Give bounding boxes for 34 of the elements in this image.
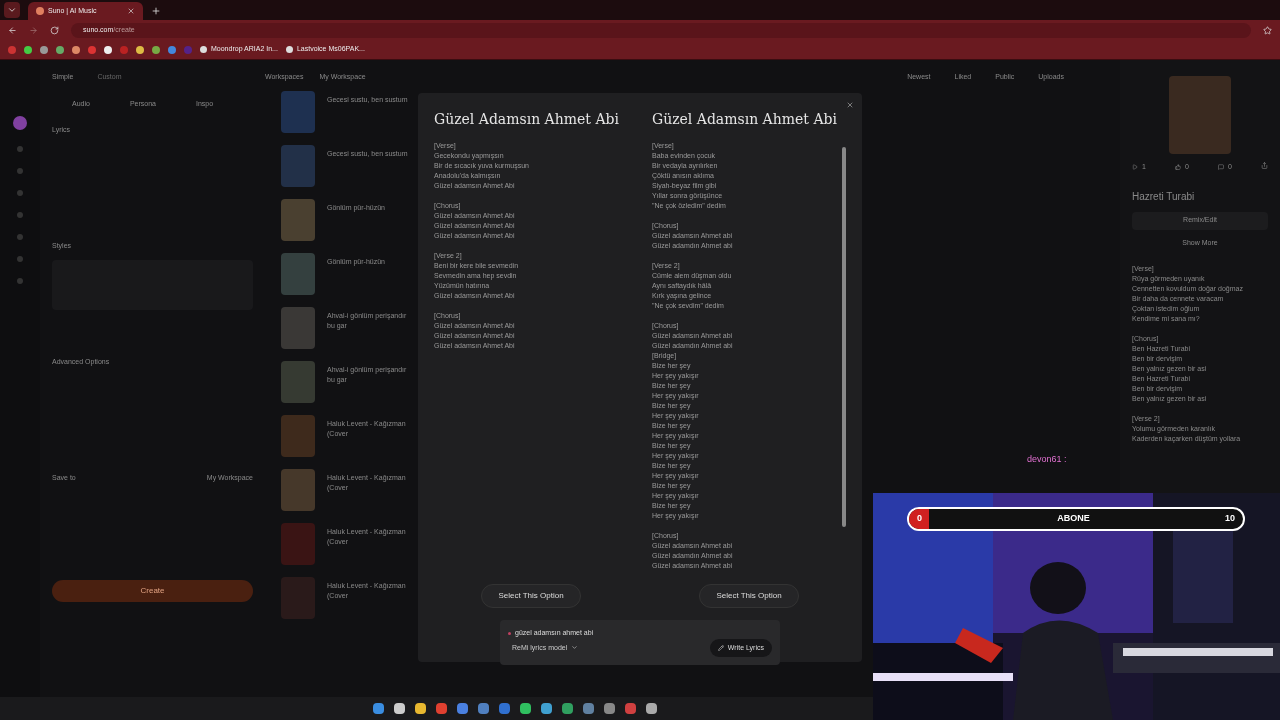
taskbar-app-icon[interactable] xyxy=(541,703,552,714)
tab-list-chevron-icon[interactable] xyxy=(7,5,17,15)
bookmark-star-icon[interactable] xyxy=(1263,25,1272,35)
reload-icon[interactable] xyxy=(50,25,59,35)
new-tab-icon[interactable] xyxy=(151,6,161,16)
comment-icon[interactable] xyxy=(1218,164,1224,171)
pencil-icon[interactable] xyxy=(717,644,724,651)
like-icon[interactable] xyxy=(1175,164,1181,171)
avatar-icon[interactable] xyxy=(13,116,27,130)
forward-icon[interactable] xyxy=(29,25,38,35)
site-favicon-icon xyxy=(36,7,44,15)
back-icon[interactable] xyxy=(8,25,17,35)
lyrics-title: Güzel Adamsın Ahmet Abi xyxy=(652,110,837,129)
taskbar-app-icon[interactable] xyxy=(415,703,426,714)
taskbar-app-icon[interactable] xyxy=(457,703,468,714)
lyrics-title: Güzel Adamsın Ahmet Abi xyxy=(434,110,619,129)
taskbar-app-icon[interactable] xyxy=(562,703,573,714)
taskbar-app-icon[interactable] xyxy=(394,703,405,714)
select-option-button[interactable]: Select This Option xyxy=(699,584,799,608)
taskbar-app-icon[interactable] xyxy=(604,703,615,714)
select-option-button[interactable]: Select This Option xyxy=(481,584,581,608)
taskbar-app-icon[interactable] xyxy=(520,703,531,714)
taskbar-app-icon[interactable] xyxy=(646,703,657,714)
song-title: Hazreti Turabi xyxy=(1132,189,1196,204)
goal-label: ABONE xyxy=(1056,512,1091,526)
create-button[interactable]: Create xyxy=(52,579,253,602)
play-icon xyxy=(1132,164,1138,171)
close-icon[interactable] xyxy=(846,101,854,109)
chat-username: devon61 : xyxy=(1027,453,1067,466)
goal-target: 10 xyxy=(1225,512,1235,526)
taskbar-app-icon[interactable] xyxy=(373,703,384,714)
chevron-down-icon[interactable] xyxy=(571,644,579,652)
share-icon[interactable] xyxy=(1261,162,1268,169)
goal-current: 0 xyxy=(917,512,922,526)
